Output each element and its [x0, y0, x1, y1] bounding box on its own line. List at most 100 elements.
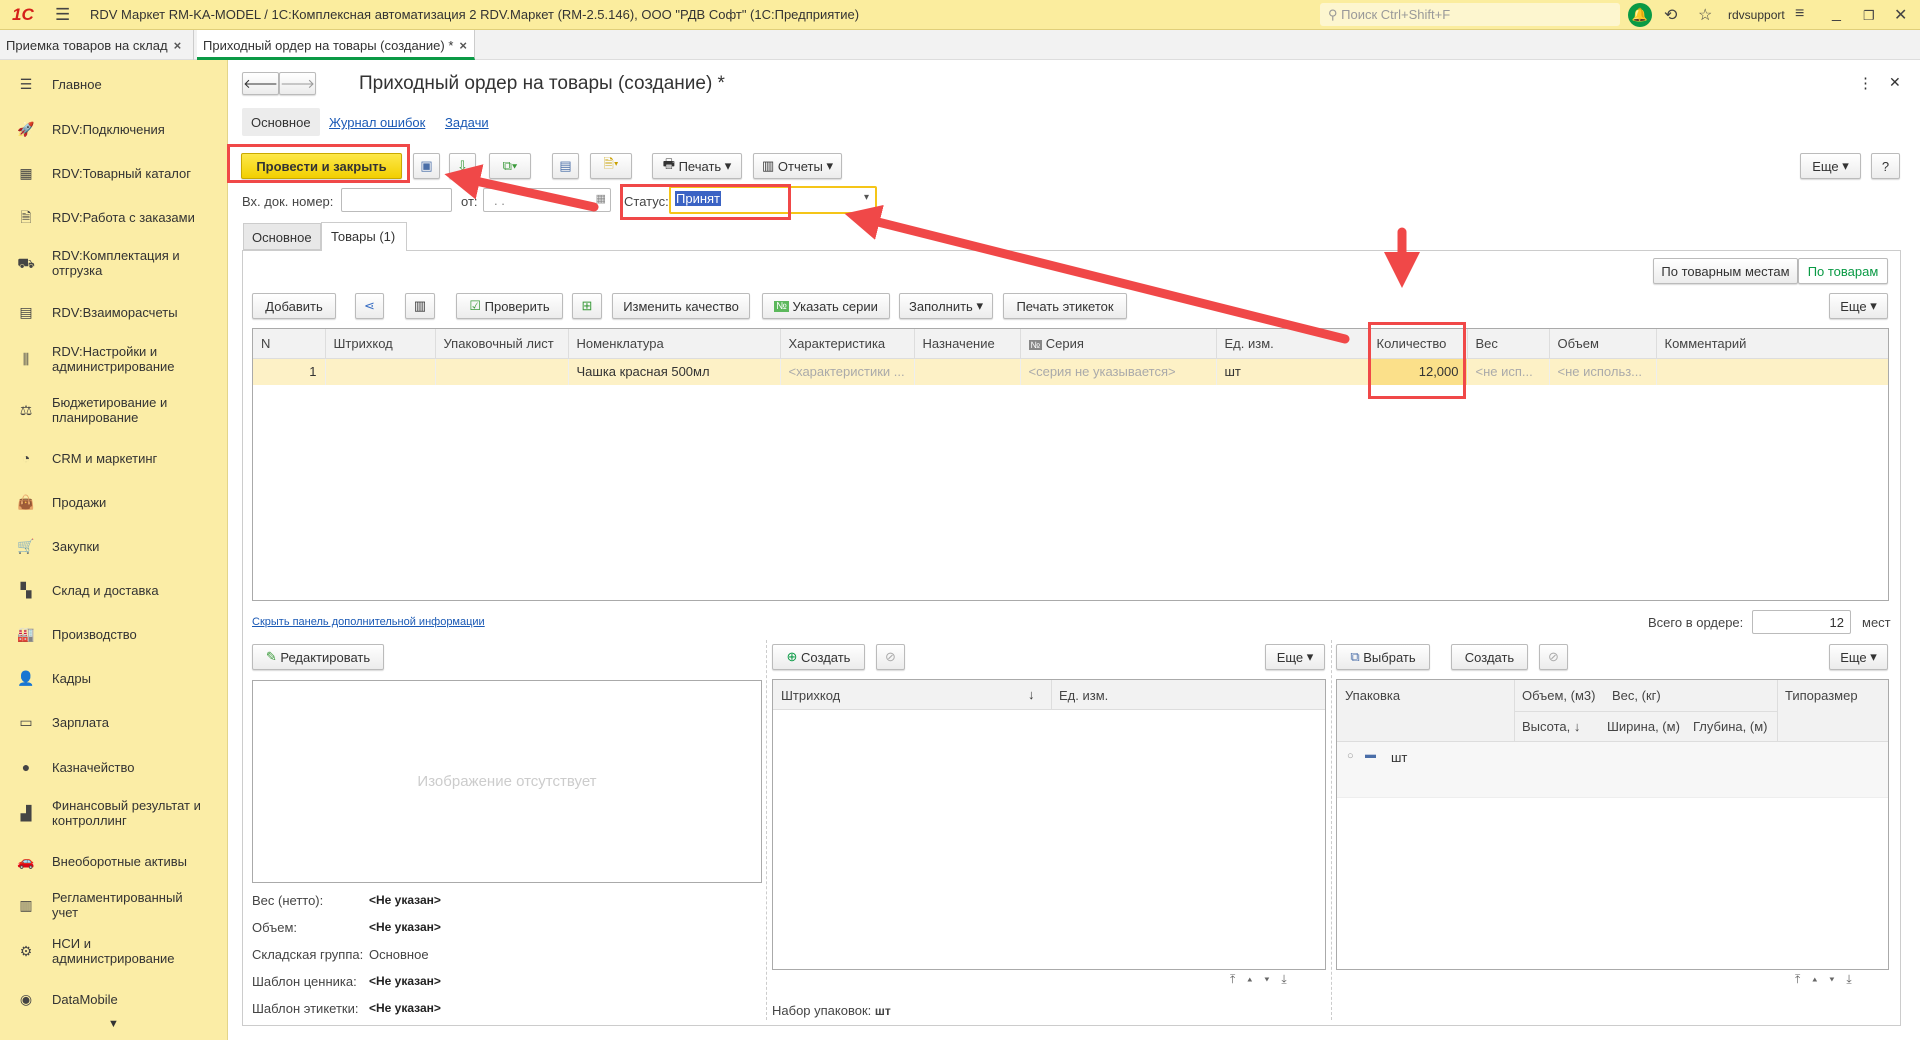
check-button[interactable]: ☑ Проверить	[456, 293, 563, 319]
from-date-input[interactable]: . . ▦	[483, 188, 611, 212]
cell-weight[interactable]: <не исп...	[1467, 358, 1550, 385]
scroll-buttons[interactable]: ⤒▴▾⤓	[1795, 972, 1864, 987]
sidebar-item[interactable]: ▦ RDV:Товарный каталог	[0, 164, 228, 182]
sidebar-item[interactable]: 🛒 Закупки	[0, 537, 228, 555]
minimize-icon[interactable]: _	[1832, 5, 1841, 23]
column-header[interactable]: Объем	[1549, 329, 1657, 359]
close-tab-icon[interactable]: ×	[459, 38, 467, 53]
tab-receiving[interactable]: Приемка товаров на склад ×	[0, 30, 194, 60]
sidebar-item[interactable]: 🗎 RDV:Работа с заказами	[0, 208, 228, 226]
col-depth[interactable]: Глубина, (м)	[1693, 719, 1767, 734]
total-input[interactable]: 12	[1752, 610, 1851, 634]
chevron-down-icon[interactable]: ▾	[864, 192, 869, 203]
column-header[interactable]: Назначение	[914, 329, 1021, 359]
sidebar-item[interactable]: ☰ Главное	[0, 75, 228, 93]
sidebar-item[interactable]: ▭ Зарплата	[0, 713, 228, 731]
edit-button[interactable]: ✎ Редактировать	[252, 644, 384, 670]
radio-icon[interactable]: ○	[1347, 750, 1354, 762]
cell-unit[interactable]: шт	[1216, 358, 1369, 385]
packs-more-button[interactable]: Еще ▾	[1829, 644, 1888, 670]
print-button[interactable]: 🖶 Печать ▾	[652, 153, 742, 179]
back-button[interactable]: 🡐	[242, 72, 279, 95]
pack-row[interactable]: ○ ▬ шт	[1337, 742, 1888, 798]
sidebar-item[interactable]: ◉ DataMobile	[0, 990, 228, 1008]
select-pack-button[interactable]: ⧉ Выбрать	[1336, 644, 1430, 670]
sidebar-item[interactable]: ▤ RDV:Взаиморасчеты	[0, 303, 228, 321]
sidebar-item[interactable]: ▟ Финансовый результат и контроллинг	[0, 798, 228, 828]
help-button[interactable]: ?	[1871, 153, 1900, 179]
tab-main[interactable]: Основное	[243, 223, 321, 250]
cell-series[interactable]: <серия не указывается>	[1020, 358, 1217, 385]
delete-barcode-button[interactable]: ⊘	[876, 644, 905, 670]
calendar-icon[interactable]: ▦	[596, 192, 606, 205]
sidebar-item[interactable]: 🚗 Внеоборотные активы	[0, 852, 228, 870]
sidebar-item[interactable]: ◔ CRM и маркетинг	[0, 449, 228, 467]
scroll-buttons[interactable]: ⤒▴▾⤓	[1230, 972, 1299, 987]
close-form-icon[interactable]: ✕	[1889, 74, 1901, 91]
table-row[interactable]: 1 Чашка красная 500мл <характеристики ... <…	[253, 358, 1888, 385]
cell-pack_list[interactable]	[435, 358, 569, 385]
in-doc-number-input[interactable]	[341, 188, 452, 212]
sidebar-item[interactable]: 🚀 RDV:Подключения	[0, 120, 228, 138]
col-volume[interactable]: Объем, (м3)	[1522, 688, 1595, 703]
search-input[interactable]: ⚲ Поиск Ctrl+Shift+F	[1320, 3, 1620, 26]
col-barcode[interactable]: Штрихкод	[781, 688, 840, 703]
change-quality-button[interactable]: Изменить качество	[612, 293, 750, 319]
settings-menu-icon[interactable]: ≡	[1795, 5, 1804, 23]
history-icon[interactable]: ⟲	[1664, 5, 1677, 25]
cell-comment[interactable]	[1656, 358, 1888, 385]
set-series-button[interactable]: № Указать серии	[762, 293, 890, 319]
restore-icon[interactable]: ❐	[1863, 8, 1875, 24]
col-pack[interactable]: Упаковка	[1345, 688, 1400, 703]
fill-button[interactable]: Заполнить ▾	[899, 293, 993, 319]
column-header[interactable]: Номенклатура	[568, 329, 781, 359]
reports-button[interactable]: ▥ Отчеты ▾	[753, 153, 842, 179]
fill-down-button[interactable]: ⊞	[572, 293, 602, 319]
col-width[interactable]: Ширина, (м)	[1607, 719, 1680, 734]
sidebar-item[interactable]: 👜 Продажи	[0, 493, 228, 511]
col-size[interactable]: Типоразмер	[1785, 688, 1858, 703]
hide-info-panel-link[interactable]: Скрыть панель дополнительной информации	[252, 616, 485, 628]
sidebar-item[interactable]: 👤 Кадры	[0, 669, 228, 687]
sidebar-item[interactable]: ⫼ RDV:Настройки и администрирование	[0, 344, 228, 374]
column-header[interactable]: Ед. изм.	[1216, 329, 1369, 359]
sidebar-scroll-down-icon[interactable]: ▼	[108, 1018, 119, 1030]
bell-icon[interactable]: 🔔	[1628, 3, 1652, 27]
view-by-places-button[interactable]: По товарным местам	[1653, 258, 1798, 284]
subtab-tasks[interactable]: Задачи	[445, 115, 489, 130]
sidebar-item[interactable]: ▥ Регламентированный учет	[0, 890, 228, 920]
column-header[interactable]: Вес	[1467, 329, 1550, 359]
col-weight[interactable]: Вес, (кг)	[1612, 688, 1661, 703]
column-header[interactable]: № Серия	[1020, 329, 1217, 359]
sidebar-item[interactable]: 🏭 Производство	[0, 625, 228, 643]
star-icon[interactable]: ☆	[1698, 5, 1712, 25]
menu-icon[interactable]: ☰	[55, 5, 70, 25]
column-header[interactable]: Комментарий	[1656, 329, 1888, 359]
schedule-button[interactable]: 🗎▾	[590, 153, 632, 179]
sidebar-item[interactable]: ⚖ Бюджетирование и планирование	[0, 395, 228, 425]
column-header[interactable]: N	[253, 329, 326, 359]
sidebar-item[interactable]: ● Казначейство	[0, 758, 228, 776]
col-height[interactable]: Высота, ↓	[1522, 719, 1580, 734]
subtab-main[interactable]: Основное	[242, 108, 320, 136]
share-button[interactable]: ⋖	[355, 293, 384, 319]
post-button[interactable]: ⇩	[449, 153, 476, 179]
cell-characteristic[interactable]: <характеристики ...	[780, 358, 915, 385]
tab-goods[interactable]: Товары (1)	[321, 222, 407, 251]
close-icon[interactable]: ✕	[1894, 5, 1907, 25]
subtab-error-log[interactable]: Журнал ошибок	[329, 115, 425, 130]
barcodes-more-button[interactable]: Еще ▾	[1265, 644, 1325, 670]
col-unit[interactable]: Ед. изм.	[1059, 688, 1108, 703]
forward-button[interactable]: 🡒	[279, 72, 316, 95]
cell-n[interactable]: 1	[253, 358, 326, 385]
more-button[interactable]: Еще ▾	[1800, 153, 1861, 179]
column-header[interactable]: Упаковочный лист	[435, 329, 569, 359]
create-pack-button[interactable]: Создать	[1451, 644, 1528, 670]
print-labels-button[interactable]: Печать этикеток	[1003, 293, 1127, 319]
cell-item[interactable]: Чашка красная 500мл	[568, 358, 781, 385]
more-vertical-icon[interactable]: ⋮	[1858, 74, 1873, 92]
view-by-goods-button[interactable]: По товарам	[1798, 258, 1888, 284]
cell-barcode[interactable]	[325, 358, 436, 385]
sidebar-item[interactable]: ⛟ RDV:Комплектация и отгрузка	[0, 248, 228, 278]
delete-pack-button[interactable]: ⊘	[1539, 644, 1568, 670]
